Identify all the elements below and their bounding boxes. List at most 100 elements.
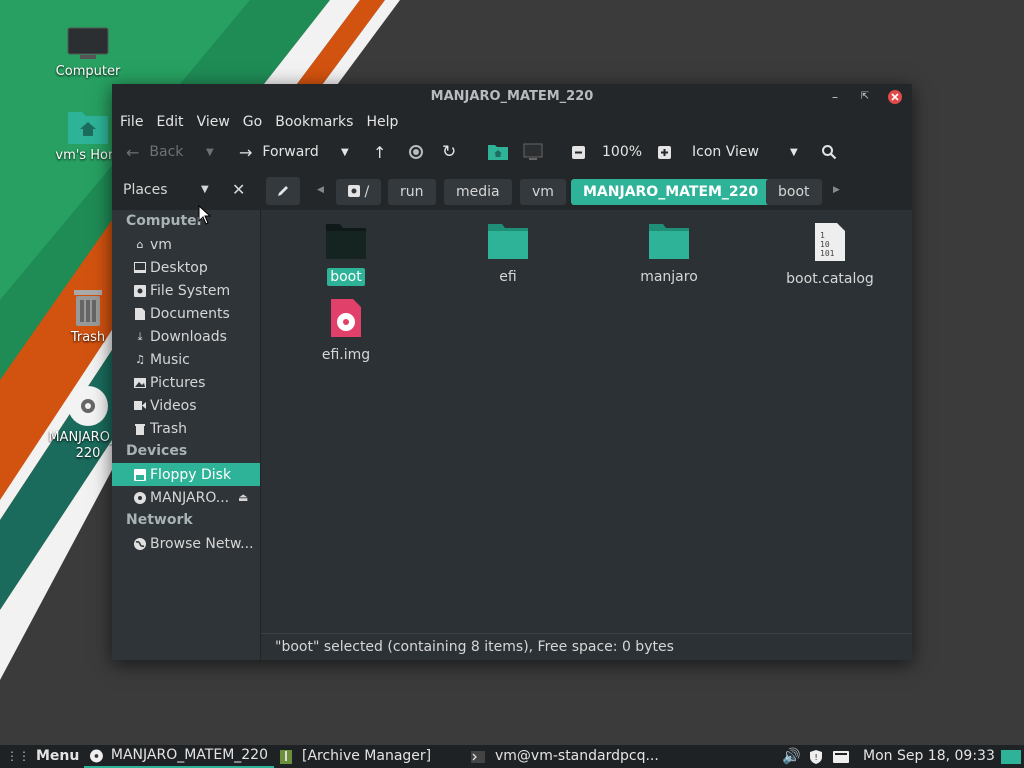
video-icon (134, 400, 146, 412)
zoom-out-button[interactable] (572, 134, 585, 170)
sidebar-item-documents[interactable]: Documents (112, 302, 260, 325)
maximize-button[interactable]: ⇱ (856, 88, 874, 106)
minimize-button[interactable]: – (826, 88, 844, 106)
zoom-in-icon (658, 145, 671, 159)
optical-disc-icon (134, 491, 146, 504)
search-button[interactable] (821, 134, 837, 170)
archive-icon (280, 749, 292, 764)
home-button[interactable] (487, 134, 509, 170)
optical-disc-icon (90, 749, 103, 762)
file-item-efi-img[interactable]: efi.img (291, 298, 401, 364)
zoom-in-button[interactable] (658, 134, 671, 170)
up-button[interactable]: ↑ (373, 134, 386, 170)
volume-icon[interactable]: 🔊 (782, 745, 801, 768)
desktop-icon-label: Computer (55, 64, 121, 79)
home-icon: ⌂ (136, 238, 144, 251)
home-folder-icon (488, 145, 508, 160)
download-icon: ⤓ (137, 329, 143, 343)
task-file-manager[interactable]: MANJARO_MATEM_220 (84, 745, 274, 768)
computer-icon (523, 143, 543, 160)
file-view[interactable]: boot efi manjaro 1 10 101 boot.catalog efi… (261, 210, 912, 634)
reload-button[interactable]: ↻ (442, 134, 456, 170)
menu-edit[interactable]: Edit (154, 114, 194, 130)
sidebar-heading-network: Network (126, 512, 193, 528)
folder-icon (488, 224, 528, 259)
menu-go[interactable]: Go (241, 114, 273, 130)
path-crumb-media[interactable]: media (444, 179, 512, 205)
stop-button[interactable] (408, 134, 424, 170)
back-button[interactable]: ← Back (126, 134, 183, 170)
sidebar-item-vm[interactable]: ⌂ vm (112, 233, 260, 256)
back-history-dropdown[interactable]: ▼ (206, 134, 214, 170)
file-item-efi[interactable]: efi (453, 222, 563, 286)
optical-disc-icon (68, 386, 108, 426)
sidebar-item-music[interactable]: ♫ Music (112, 348, 260, 371)
pencil-icon (278, 186, 288, 196)
folder-icon (326, 224, 366, 259)
svg-text:!: ! (815, 753, 818, 762)
path-crumb-vm[interactable]: vm (520, 179, 566, 205)
close-sidebar-button[interactable]: ✕ (232, 170, 245, 210)
disk-image-icon (331, 299, 361, 337)
file-item-manjaro[interactable]: manjaro (614, 222, 724, 286)
path-scroll-left[interactable]: ◀ (317, 170, 324, 210)
desktop-icon (134, 262, 146, 274)
sidebar-item-browse-network[interactable]: Browse Netw... (112, 532, 260, 555)
keyboard-icon[interactable] (833, 745, 849, 768)
sidebar-item-floppy-disk[interactable]: Floppy Disk (112, 463, 260, 486)
sidebar-item-videos[interactable]: Videos (112, 394, 260, 417)
menu-label: Menu (36, 748, 80, 764)
sidebar-item-manjaro-disc[interactable]: MANJARO... ⏏ (112, 486, 260, 509)
window-titlebar[interactable]: MANJARO_MATEM_220 – ⇱ (112, 84, 912, 110)
reload-icon: ↻ (442, 142, 457, 162)
folder-icon (649, 224, 689, 259)
trash-icon (74, 290, 102, 326)
task-label: MANJARO_MATEM_220 (110, 747, 268, 763)
edit-location-button[interactable] (266, 177, 300, 205)
file-item-boot[interactable]: boot (291, 222, 401, 286)
sidebar-item-trash[interactable]: Trash (112, 417, 260, 440)
desktop-icon-computer[interactable]: Computer (38, 26, 138, 80)
sidebar-item-desktop[interactable]: Desktop (112, 256, 260, 279)
updates-shield-icon[interactable]: ! (809, 745, 823, 768)
svg-text:101: 101 (820, 249, 835, 258)
menu-view[interactable]: View (195, 114, 241, 130)
forward-button[interactable]: → Forward (239, 134, 319, 170)
forward-history-dropdown[interactable]: ▼ (341, 134, 349, 170)
menu-file[interactable]: File (118, 114, 154, 130)
computer-button[interactable] (523, 134, 543, 170)
path-crumb-manjaro[interactable]: MANJARO_MATEM_220 (571, 179, 771, 205)
main-menu-button[interactable]: ⋮⋮ Menu (6, 745, 79, 768)
binary-file-icon: 110101 (815, 223, 845, 261)
chevron-down-icon: ▼ (790, 146, 798, 158)
sidebar-item-pictures[interactable]: Pictures (112, 371, 260, 394)
view-mode-select[interactable]: Icon View ▼ (692, 134, 804, 170)
sidebar-item-downloads[interactable]: ⤓ Downloads (112, 325, 260, 348)
show-desktop-button[interactable] (1001, 745, 1021, 768)
path-crumb-run[interactable]: run (388, 179, 436, 205)
task-archive-manager[interactable]: [Archive Manager] (280, 745, 431, 768)
mouse-cursor (198, 205, 212, 225)
task-terminal[interactable]: vm@vm-standardpcq... (471, 745, 659, 768)
task-label: vm@vm-standardpcq... (495, 748, 659, 764)
arrow-left-icon: ← (126, 142, 140, 162)
menu-help[interactable]: Help (364, 114, 409, 130)
eject-icon[interactable]: ⏏ (238, 491, 248, 504)
path-crumb-root[interactable]: / (336, 179, 382, 205)
file-item-boot-catalog[interactable]: 1 10 101 boot.catalog (775, 222, 885, 288)
path-crumb-boot[interactable]: boot (766, 179, 822, 205)
close-button[interactable] (886, 88, 904, 106)
search-icon (822, 145, 837, 160)
arrow-up-icon: ↑ (373, 142, 387, 162)
toolbar: ← Back ▼ → Forward ▼ ↑ ↻ 100% Icon View … (112, 134, 912, 170)
clock[interactable]: Mon Sep 18, 09:33 (863, 745, 995, 768)
zoom-out-icon (572, 145, 585, 159)
places-selector[interactable]: Places ▼ (123, 170, 223, 210)
path-scroll-right[interactable]: ▶ (833, 170, 840, 210)
zoom-level: 100% (602, 144, 643, 160)
menu-bookmarks[interactable]: Bookmarks (273, 114, 364, 130)
arrow-right-icon: → (239, 142, 253, 162)
forward-label: Forward (262, 144, 319, 160)
sidebar-item-file-system[interactable]: File System (112, 279, 260, 302)
globe-icon (134, 537, 146, 550)
